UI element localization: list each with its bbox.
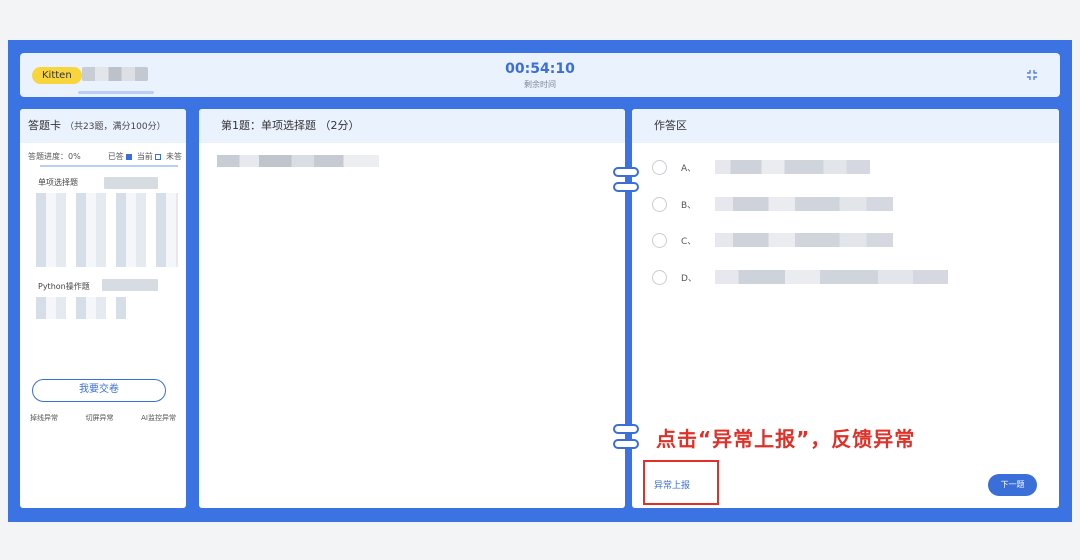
progress-row: 答题进度：0% 已答 当前 未答 [28,151,182,162]
option-label: B、 [681,200,697,211]
option-label: C、 [681,236,697,247]
blurred-option-text [715,197,893,211]
radio-icon[interactable] [652,196,667,212]
answer-card-title: 答题卡 [28,119,61,132]
countdown-timer: 00:54:10 [505,61,575,77]
blurred-option-text [715,270,948,284]
blurred-section-info [104,177,158,189]
blurred-section-info [102,279,158,291]
section-title-single-choice: 单项选择题 [38,178,78,187]
next-question-button[interactable]: 下一题 [988,474,1037,496]
blurred-option-text [715,160,870,174]
current-square-icon [154,153,161,160]
highlight-box [643,460,719,505]
question-header: 第1题：单项选择题 （2分） [199,109,625,143]
answer-card-header: 答题卡 （共23题，满分100分） [20,109,186,143]
annotation-callout: 点击“异常上报”，反馈异常 [656,427,916,451]
collapse-fullscreen-icon[interactable] [1026,69,1038,81]
option-label: A、 [681,163,697,174]
question-grid-python[interactable] [36,297,126,319]
option-label: D、 [681,273,697,284]
alert-status-row: 掉线异常 切屏异常 AI监控异常 [30,413,176,423]
legend-current: 当前 [136,152,153,161]
option-c[interactable]: C、 [652,230,893,250]
radio-icon[interactable] [652,269,667,285]
radio-icon[interactable] [652,159,667,175]
blurred-question-text [217,155,379,167]
answered-square-icon [125,153,132,160]
progress-label: 答题进度：0% [28,152,81,161]
option-d[interactable]: D、 [652,267,948,287]
option-b[interactable]: B、 [652,194,893,214]
user-name-underline [78,91,154,94]
submit-exam-button[interactable]: 我要交卷 [32,379,166,402]
alert-switch-screen: 切屏异常 [85,414,114,422]
legend-unanswered: 未答 [166,152,182,161]
progress-bar [40,165,178,167]
exam-header: Kitten 00:54:10 剩余时间 [20,53,1060,97]
legend: 已答 当前 未答 [108,151,182,162]
option-a[interactable]: A、 [652,157,870,177]
blurred-option-text [715,233,893,247]
radio-icon[interactable] [652,232,667,248]
chain-link-icon [613,167,639,192]
alert-ai-monitor: AI监控异常 [141,414,176,422]
answer-card-panel: 答题卡 （共23题，满分100分） 答题进度：0% 已答 当前 未答 单项选择题 … [20,109,186,508]
chain-link-icon [613,424,639,449]
answer-area-header: 作答区 [632,109,1059,143]
question-grid-single-choice[interactable] [36,193,178,267]
question-panel: 第1题：单项选择题 （2分） [199,109,625,508]
section-title-python: Python操作题 [38,282,90,291]
answer-card-subtitle: （共23题，满分100分） [65,122,166,132]
alert-disconnect: 掉线异常 [30,414,58,422]
timer-label: 剩余时间 [524,80,556,89]
legend-answered: 已答 [107,152,124,161]
